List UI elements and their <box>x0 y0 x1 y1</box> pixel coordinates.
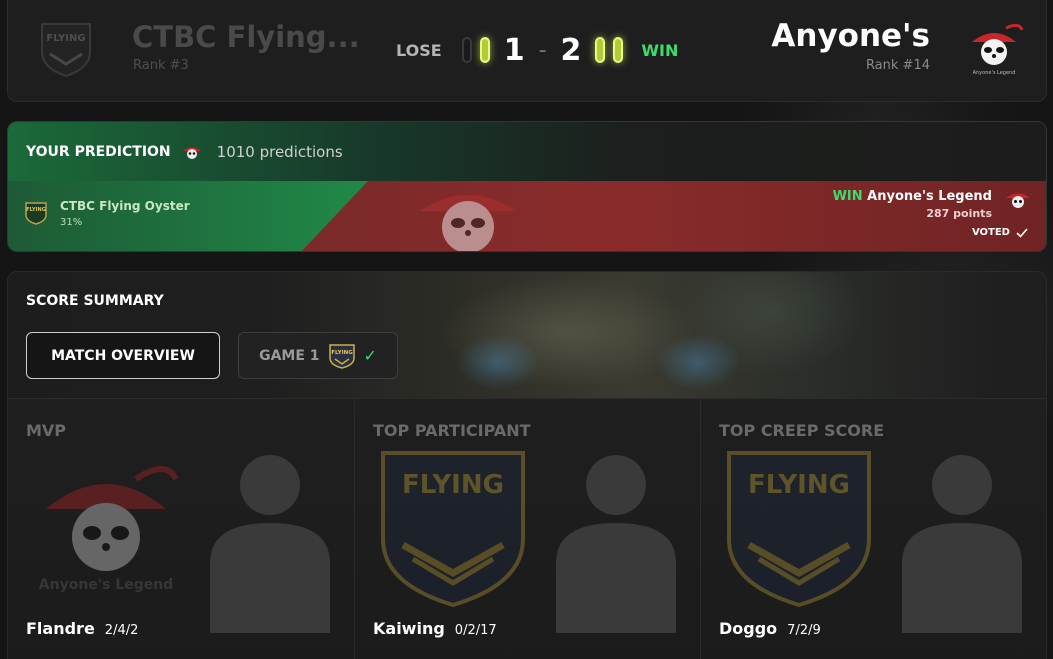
game-1-tab[interactable]: GAME 1 FLYING ✓ <box>238 332 398 379</box>
game-pill <box>613 37 624 63</box>
left-team-rank: Rank #3 <box>133 58 189 73</box>
player-silhouette-icon <box>556 455 676 633</box>
scoreline: LOSE 1 - 2 WIN <box>396 30 678 70</box>
player-silhouette-icon <box>210 455 330 633</box>
top-participant-player[interactable]: Kaiwing 0/2/17 <box>373 619 497 638</box>
player-kda: 7/2/9 <box>787 623 821 638</box>
score-right: 2 <box>560 32 582 68</box>
anyones-legend-mini-icon <box>182 147 201 159</box>
svg-text:FLYING: FLYING <box>748 470 850 500</box>
right-team-rank: Rank #14 <box>865 58 930 73</box>
player-kda: 2/4/2 <box>104 623 139 638</box>
game-1-label: GAME 1 <box>259 347 320 364</box>
anyones-legend-logo-icon: Anyone's Legend <box>972 23 1024 76</box>
player-kda: 0/2/17 <box>454 623 497 638</box>
win-label: WIN <box>641 40 679 60</box>
prediction-points: 287 points <box>926 207 992 220</box>
voted-badge: VOTED <box>972 227 1028 238</box>
player-name: Kaiwing <box>373 619 445 638</box>
stat-top-participant: TOP PARTICIPANT FLYING Kaiwing 0/2/17 <box>354 398 700 659</box>
game-pill <box>479 37 490 63</box>
lose-label: LOSE <box>396 40 442 60</box>
score-dash: - <box>538 37 547 63</box>
score-summary: SCORE SUMMARY MATCH OVERVIEW GAME 1 FLYI… <box>7 271 1047 659</box>
stat-label: TOP PARTICIPANT <box>373 421 531 440</box>
flying-oyster-logo-icon: FLYING <box>41 23 91 78</box>
top-creep-score-player[interactable]: Doggo 7/2/9 <box>719 619 821 638</box>
stat-top-creep-score: TOP CREEP SCORE FLYING Doggo 7/2/9 <box>700 398 1046 659</box>
prediction-count: 1010 predictions <box>216 142 343 161</box>
player-name: Flandre <box>26 619 95 638</box>
game-pill <box>595 37 606 63</box>
svg-text:FLYING: FLYING <box>331 350 353 356</box>
panda-watermark-icon <box>420 195 516 251</box>
prediction-right-team-name: Anyone's Legend <box>867 189 992 204</box>
svg-text:FLYING: FLYING <box>402 470 504 500</box>
svg-text:FLYING: FLYING <box>26 207 46 213</box>
match-header: FLYING CTBC Flying... Rank #3 LOSE 1 - 2… <box>7 0 1047 102</box>
check-icon: ✓ <box>363 346 377 365</box>
flying-oyster-logo-icon: FLYING <box>381 451 525 608</box>
prediction-bar[interactable]: FLYING CTBC Flying Oyster 31% WIN Anyone… <box>8 181 1046 251</box>
anyones-legend-logo-icon: Anyone's Legend <box>39 466 179 593</box>
prediction-title: YOUR PREDICTION <box>26 143 171 160</box>
prediction-left-team-name: CTBC Flying Oyster <box>60 199 190 213</box>
mvp-player[interactable]: Flandre 2/4/2 <box>26 619 138 638</box>
left-team-name[interactable]: CTBC Flying... <box>132 20 360 54</box>
match-overview-label: MATCH OVERVIEW <box>51 347 195 364</box>
prediction-card: YOUR PREDICTION 1010 predictions FLYING … <box>7 121 1047 252</box>
prediction-left-percent: 31% <box>60 217 83 228</box>
prediction-header: YOUR PREDICTION 1010 predictions <box>8 122 1046 181</box>
svg-text:FLYING: FLYING <box>46 33 85 44</box>
match-overview-tab[interactable]: MATCH OVERVIEW <box>26 332 220 379</box>
voted-label: VOTED <box>971 227 1010 238</box>
prediction-left-team: FLYING CTBC Flying Oyster 31% <box>24 199 190 228</box>
flying-oyster-mini-icon: FLYING <box>328 343 355 369</box>
prediction-right-team: WIN Anyone's Legend 287 points <box>833 189 992 220</box>
svg-text:Anyone's Legend: Anyone's Legend <box>39 577 173 593</box>
right-team-name[interactable]: Anyone's <box>771 18 930 54</box>
player-silhouette-icon <box>902 455 1022 633</box>
stat-label: TOP CREEP SCORE <box>719 421 885 440</box>
check-icon <box>1016 227 1028 238</box>
prediction-result: WIN <box>832 189 863 204</box>
stat-mvp: MVP Anyone's Legend Flandre 2/4/2 <box>8 398 354 659</box>
svg-text:Anyone's Legend: Anyone's Legend <box>973 70 1016 76</box>
flying-oyster-mini-icon: FLYING <box>25 202 47 225</box>
game-pill <box>461 37 472 63</box>
stat-label: MVP <box>26 421 67 440</box>
anyones-legend-mini-icon <box>1006 193 1030 208</box>
flying-oyster-logo-icon: FLYING <box>727 451 871 608</box>
score-left: 1 <box>503 32 525 68</box>
summary-title: SCORE SUMMARY <box>26 293 164 309</box>
player-name: Doggo <box>719 619 778 638</box>
